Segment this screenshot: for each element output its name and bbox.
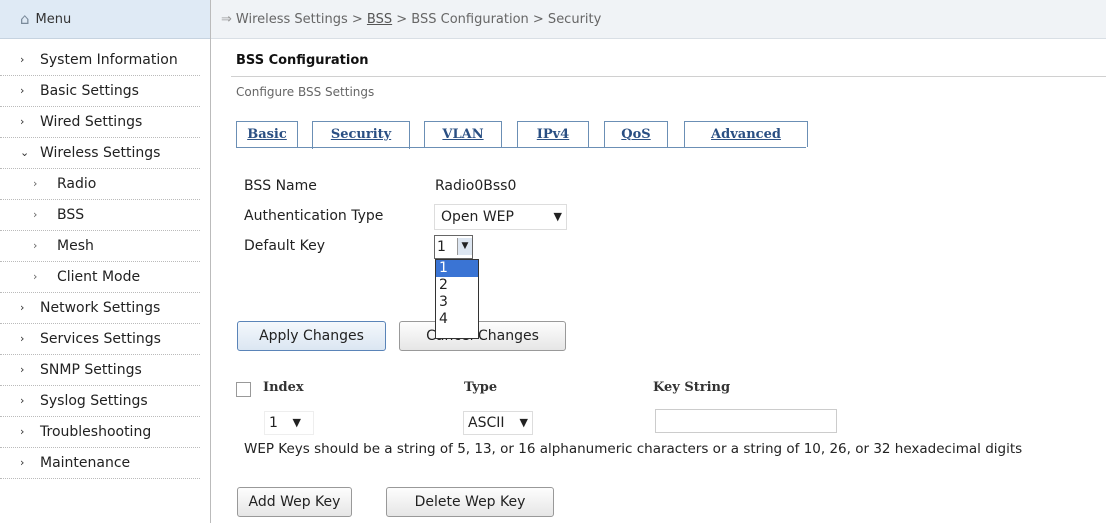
tab-qos[interactable]: QoS [604,121,668,147]
bss-name-label: BSS Name [244,178,317,194]
wep-type-value: ASCII [468,415,505,431]
chevron-down-icon: ▼ [519,416,528,429]
chevron-right-icon: › [20,456,25,469]
dropdown-option[interactable]: 3 [436,294,478,311]
sidebar-item-label: Radio [57,176,97,192]
tab-ipv4[interactable]: IPv4 [517,121,589,147]
chevron-right-icon: › [20,363,25,376]
sidebar-item-wired-settings[interactable]: › Wired Settings [0,107,200,138]
sidebar-item-client-mode[interactable]: › Client Mode [0,262,200,293]
tab-basic[interactable]: Basic [236,121,298,147]
sidebar-item-label: BSS [57,207,85,223]
sidebar-item-label: Maintenance [40,455,131,471]
chevron-down-icon: ▼ [457,238,472,255]
dropdown-option[interactable]: 1 [436,260,478,277]
chevron-down-icon: ▼ [553,210,562,223]
bss-name-value: Radio0Bss0 [435,178,517,194]
sidebar-item-troubleshooting[interactable]: › Troubleshooting [0,417,200,448]
sidebar-item-network-settings[interactable]: › Network Settings [0,293,200,324]
sidebar-item-syslog-settings[interactable]: › Syslog Settings [0,386,200,417]
breadcrumb: ⇒ Wireless Settings > BSS > BSS Configur… [211,0,1106,39]
home-icon: ⌂ [20,10,30,28]
column-header-key-string: Key String [653,380,731,395]
chevron-right-icon: › [20,425,25,438]
delete-wep-key-button[interactable]: Delete Wep Key [386,487,554,517]
sidebar-item-system-information[interactable]: › System Information [0,45,200,76]
sidebar-item-wireless-settings[interactable]: ⌄ Wireless Settings [0,138,200,169]
chevron-right-icon: › [33,270,38,283]
sidebar-item-label: Services Settings [40,331,161,347]
nav-list: › System Information › Basic Settings › Wir… [0,45,210,479]
auth-type-value: Open WEP [441,209,514,225]
menu-header: ⌂ Menu [0,0,210,39]
select-all-checkbox[interactable] [236,382,251,397]
sidebar-item-services-settings[interactable]: › Services Settings [0,324,200,355]
tab-security[interactable]: Security [312,121,410,149]
sidebar-item-label: Wired Settings [40,114,143,130]
sidebar-item-snmp-settings[interactable]: › SNMP Settings [0,355,200,386]
default-key-label: Default Key [244,238,325,254]
column-header-index: Index [263,380,304,395]
tab-vlan[interactable]: VLAN [424,121,502,147]
sidebar-item-bss[interactable]: › BSS [0,200,200,231]
dropdown-option[interactable]: 4 [436,311,478,328]
wep-keys-hint: WEP Keys should be a string of 5, 13, or… [244,441,1023,457]
chevron-right-icon: › [33,177,38,190]
sidebar-item-label: System Information [40,52,178,68]
title-divider [231,76,1106,77]
auth-type-label: Authentication Type [244,208,384,224]
menu-label: Menu [35,11,72,27]
wep-index-value: 1 [269,415,278,431]
sidebar-item-label: Basic Settings [40,83,139,99]
breadcrumb-part: Wireless Settings > [235,11,363,27]
sidebar-item-label: Syslog Settings [40,393,148,409]
dropdown-option[interactable]: 2 [436,277,478,294]
breadcrumb-part: > BSS Configuration > Security [396,11,602,27]
sidebar-item-label: Network Settings [40,300,161,316]
breadcrumb-link-bss[interactable]: BSS [367,12,392,27]
chevron-right-icon: › [20,394,25,407]
page-title: BSS Configuration [236,53,369,68]
sidebar-item-label: Wireless Settings [40,145,161,161]
chevron-right-icon: › [20,115,25,128]
sidebar-item-radio[interactable]: › Radio [0,169,200,200]
column-header-type: Type [464,380,498,395]
auth-type-select[interactable]: Open WEP ▼ [434,204,567,230]
sidebar-item-maintenance[interactable]: › Maintenance [0,448,200,479]
chevron-right-icon: › [20,301,25,314]
apply-changes-button[interactable]: Apply Changes [237,321,386,351]
sidebar-item-label: Mesh [57,238,94,254]
default-key-dropdown: 1 2 3 4 [435,259,479,339]
chevron-down-icon: ⌄ [20,146,30,159]
add-wep-key-button[interactable]: Add Wep Key [237,487,352,517]
tab-bar-divider [236,147,806,148]
cancel-changes-button[interactable]: Cancel Changes [399,321,566,351]
tab-advanced[interactable]: Advanced [684,121,808,147]
wep-index-select[interactable]: 1 ▼ [264,411,314,435]
page-description: Configure BSS Settings [236,85,375,99]
chevron-right-icon: › [33,239,38,252]
sidebar-item-label: SNMP Settings [40,362,142,378]
wep-type-select[interactable]: ASCII ▼ [463,411,533,435]
breadcrumb-arrow-icon: ⇒ [221,11,232,27]
chevron-right-icon: › [20,332,25,345]
chevron-right-icon: › [33,208,38,221]
chevron-right-icon: › [20,53,25,66]
main-content: ⇒ Wireless Settings > BSS > BSS Configur… [211,0,1106,523]
chevron-right-icon: › [20,84,25,97]
default-key-value: 1 [437,239,446,255]
sidebar-item-label: Troubleshooting [40,424,152,440]
default-key-select[interactable]: 1 ▼ [434,235,473,259]
sidebar-item-basic-settings[interactable]: › Basic Settings [0,76,200,107]
key-string-input[interactable] [655,409,837,433]
sidebar-item-mesh[interactable]: › Mesh [0,231,200,262]
chevron-down-icon: ▼ [292,416,301,429]
sidebar: ⌂ Menu › System Information › Basic Settin… [0,0,211,523]
sidebar-item-label: Client Mode [57,269,141,285]
